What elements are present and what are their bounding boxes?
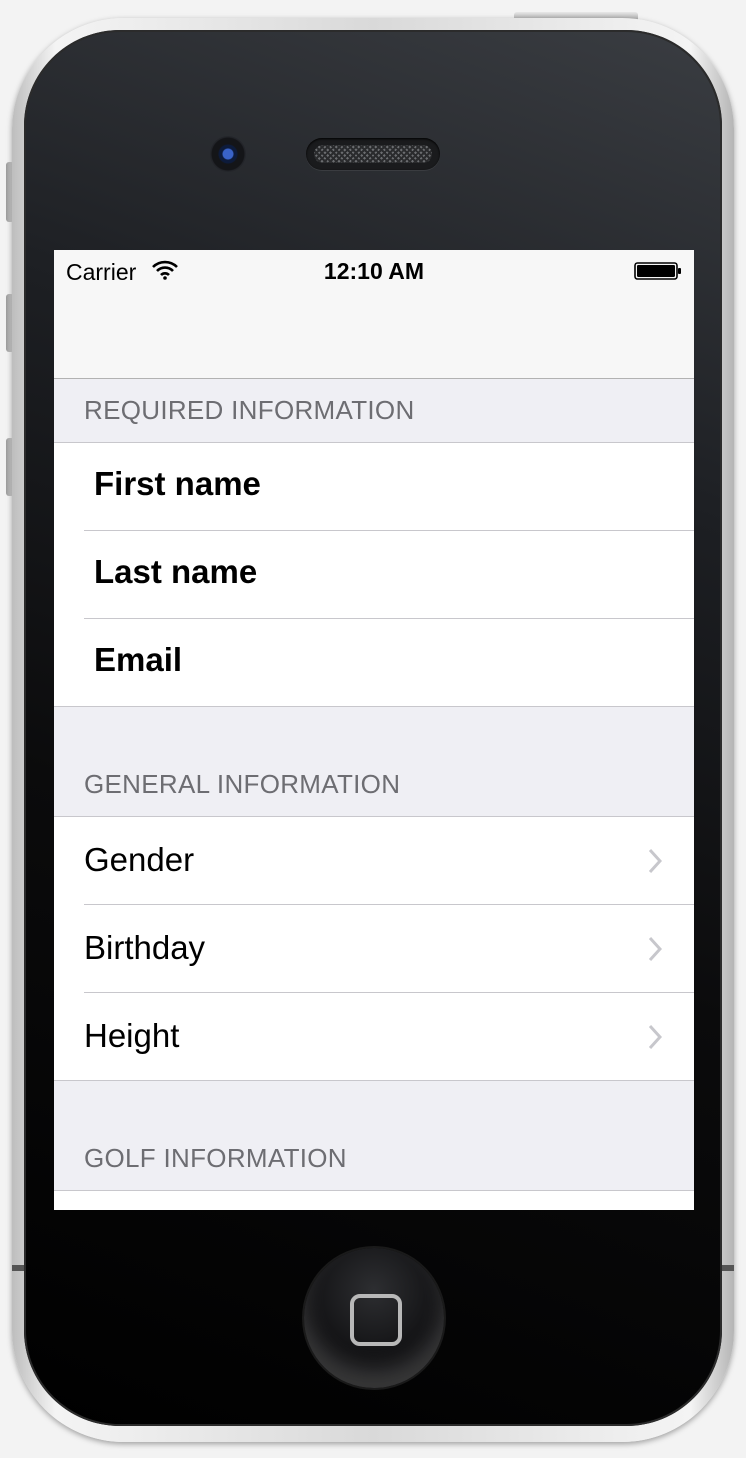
earpiece-speaker [306,138,440,170]
height-row[interactable]: Height [54,992,694,1080]
battery-icon [634,262,681,280]
home-square-icon [350,1294,402,1346]
antenna-band-left [12,1265,24,1271]
golf-info-group [54,1190,694,1210]
last-name-row[interactable]: Last name [54,530,694,618]
chevron-right-icon [648,936,662,962]
email-row[interactable]: Email [54,618,694,706]
section-header-golf: GOLF INFORMATION [84,1143,347,1173]
status-time: 12:10 AM [323,258,425,284]
chevron-right-icon [648,848,662,874]
app-screen: Carrier 12:10 AM REQUIRED INFORMATION Fi… [54,250,694,1210]
birthday-row[interactable]: Birthday [54,904,694,992]
birthday-label: Birthday [84,929,206,966]
antenna-band-right [722,1265,734,1271]
email-label: Email [94,641,183,678]
section-header-general: GENERAL INFORMATION [84,769,401,799]
last-name-label: Last name [94,553,258,590]
gender-row[interactable]: Gender [54,817,694,904]
gender-label: Gender [84,841,195,878]
navigation-bar: Carrier 12:10 AM [54,250,694,379]
home-button[interactable] [304,1248,444,1388]
required-info-group: First name Last name Email [54,442,694,707]
front-camera [210,136,246,172]
general-info-group: Gender Birthday Height [54,816,694,1081]
chevron-right-icon [648,1024,662,1050]
first-name-label: First name [94,465,261,502]
first-name-row[interactable]: First name [54,443,694,530]
height-label: Height [84,1017,180,1054]
section-header-required: REQUIRED INFORMATION [84,395,415,425]
status-bar: Carrier 12:10 AM [54,250,694,290]
